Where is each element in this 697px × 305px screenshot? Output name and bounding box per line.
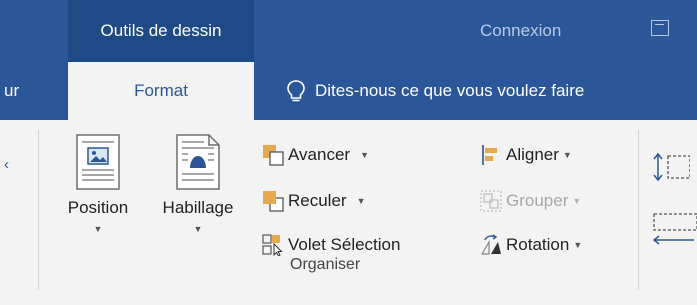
tab-format[interactable]: Format <box>68 62 254 120</box>
chevron-down-icon: ▼ <box>193 224 203 234</box>
lightbulb-icon <box>287 80 305 102</box>
group-objects-icon <box>480 190 502 212</box>
sign-in-link[interactable]: Connexion <box>480 0 561 62</box>
rotate-button[interactable]: Rotation ▼ <box>480 234 582 256</box>
wrap-text-icon <box>176 134 220 190</box>
tab-partial-label: ur <box>4 81 20 100</box>
rotate-label: Rotation <box>506 235 570 254</box>
send-backward-icon <box>263 191 284 212</box>
ribbon-display-options-icon[interactable] <box>651 20 669 36</box>
chevron-down-icon: ▼ <box>93 224 103 234</box>
tell-me-text: Dites-nous ce que vous voulez faire <box>315 81 585 100</box>
send-backward-button[interactable]: Reculer ▼ <box>262 190 366 212</box>
chevron-icon: ‹ <box>4 156 9 173</box>
shape-width-icon[interactable] <box>650 212 697 248</box>
align-button[interactable]: Aligner ▼ <box>480 144 572 166</box>
chevron-down-icon: ▼ <box>573 240 583 250</box>
wrap-text-label: Habillage <box>162 198 234 217</box>
selection-pane-label: Volet Sélection <box>288 235 401 254</box>
chevron-down-icon: ▼ <box>562 150 572 160</box>
selection-pane-button[interactable]: Volet Sélection <box>262 234 400 256</box>
tab-format-label: Format <box>134 81 188 100</box>
context-tab-drawing-tools: Outils de dessin <box>68 0 254 62</box>
bring-forward-icon <box>263 145 284 166</box>
position-label: Position <box>67 198 129 217</box>
chevron-down-icon: ▼ <box>360 150 369 160</box>
position-button[interactable]: Position ▼ <box>50 134 146 234</box>
sign-in-label: Connexion <box>480 21 562 40</box>
chevron-down-icon: ▼ <box>572 196 582 206</box>
group-separator <box>38 130 39 290</box>
align-label: Aligner <box>506 145 559 164</box>
tab-partial[interactable]: ur <box>0 62 19 120</box>
wrap-text-button[interactable]: Habillage ▼ <box>146 134 250 234</box>
bring-forward-label: Avancer <box>288 145 351 164</box>
chevron-down-icon: ▼ <box>356 196 366 206</box>
shape-height-icon[interactable] <box>650 152 690 182</box>
context-tab-label: Outils de dessin <box>100 21 222 40</box>
bring-forward-button[interactable]: Avancer ▼ <box>262 144 369 166</box>
align-icon <box>482 145 497 165</box>
group-separator <box>638 130 639 290</box>
position-picture-icon <box>76 134 120 190</box>
send-backward-label: Reculer <box>288 191 347 210</box>
tell-me-search[interactable]: Dites-nous ce que vous voulez faire <box>285 62 584 120</box>
selection-pane-icon <box>262 234 283 256</box>
group-label-organiser: Organiser <box>290 256 361 273</box>
group-objects-label: Grouper <box>506 191 569 210</box>
rotate-icon <box>480 234 501 255</box>
group-objects-button[interactable]: Grouper ▼ <box>480 190 581 212</box>
